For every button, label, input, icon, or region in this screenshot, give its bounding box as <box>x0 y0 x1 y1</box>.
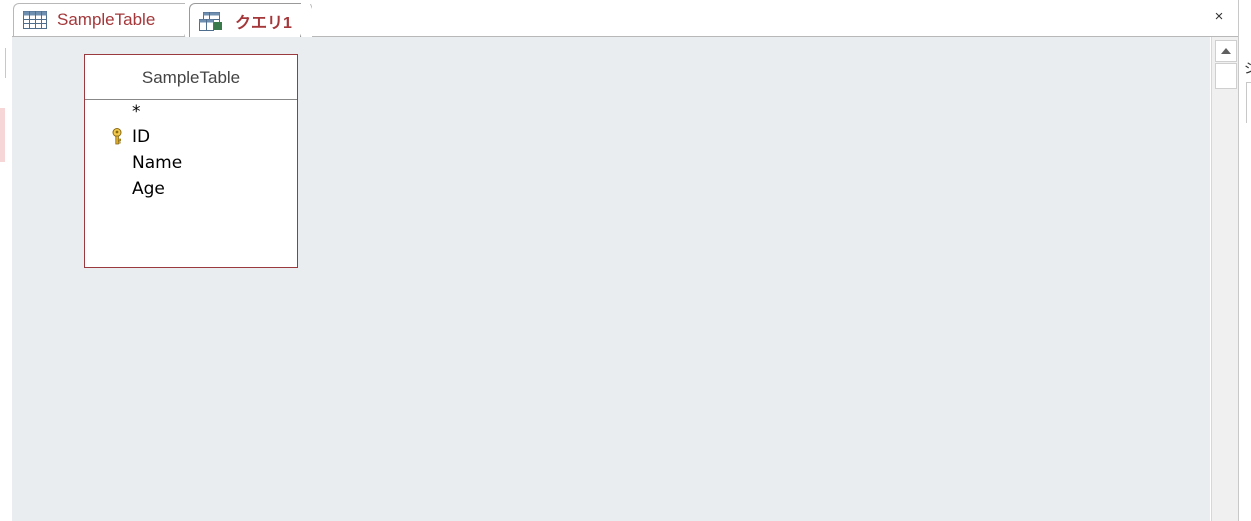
field-item-id[interactable]: ID <box>85 124 297 150</box>
scroll-up-button[interactable] <box>1215 40 1237 62</box>
vertical-scrollbar[interactable] <box>1211 37 1239 521</box>
property-sheet-title-fragment: ジ <box>1244 58 1251 78</box>
tab-query1-label: クエリ1 <box>235 14 292 32</box>
document-area: SampleTable クエリ1 × SampleTable * ID Name… <box>12 0 1239 521</box>
nav-pane-selection-marker <box>0 108 5 162</box>
property-sheet-box <box>1246 82 1251 123</box>
field-item-age[interactable]: Age <box>85 176 297 202</box>
tab-sampletable[interactable]: SampleTable <box>13 3 185 36</box>
field-name: * <box>132 102 141 122</box>
nav-pane-divider <box>0 48 6 78</box>
primary-key-icon <box>111 127 123 145</box>
field-item-name[interactable]: Name <box>85 150 297 176</box>
field-name: ID <box>132 127 151 147</box>
property-sheet-edge: ジ <box>1238 0 1251 521</box>
tab-query1[interactable]: クエリ1 <box>189 3 301 37</box>
field-list-items: * ID Name Age <box>85 100 297 202</box>
close-document-button[interactable]: × <box>1210 8 1228 26</box>
query-icon <box>199 11 222 31</box>
field-list-title[interactable]: SampleTable <box>85 55 297 100</box>
field-name: Age <box>132 179 165 199</box>
field-item-all[interactable]: * <box>85 102 297 124</box>
tab-sampletable-label: SampleTable <box>57 10 156 29</box>
document-tab-bar: SampleTable クエリ1 × <box>12 0 1238 37</box>
field-list-sampletable[interactable]: SampleTable * ID Name Age <box>84 54 298 268</box>
scroll-thumb[interactable] <box>1215 63 1237 89</box>
table-icon <box>23 11 47 29</box>
field-name: Name <box>132 153 183 173</box>
query-design-canvas[interactable]: SampleTable * ID Name Age <box>12 37 1210 521</box>
tab-edge <box>298 4 312 37</box>
